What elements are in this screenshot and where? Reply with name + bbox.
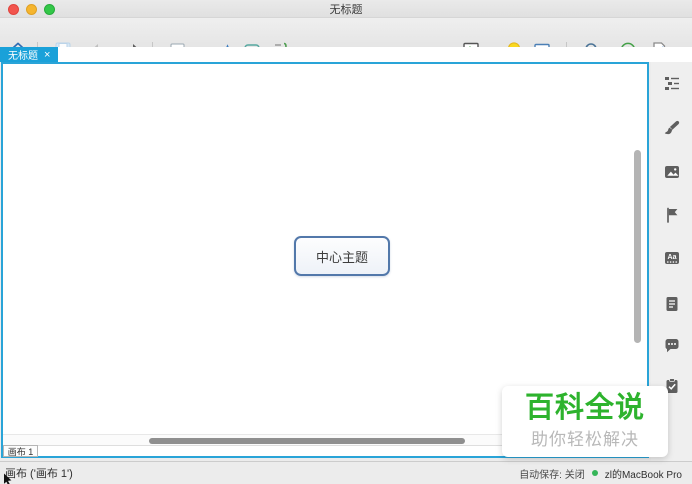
central-topic-label: 中心主题	[315, 249, 368, 265]
document-tabbar: 无标题 ×	[0, 47, 692, 62]
tab-label: 无标题	[8, 51, 38, 62]
online-status-icon	[591, 470, 598, 476]
theme-panel-button[interactable]	[662, 118, 682, 138]
insert-image-button[interactable]	[662, 162, 682, 182]
window-title: 无标题	[329, 3, 363, 16]
titlebar: 无标题	[0, 0, 692, 18]
close-tab-icon[interactable]: ×	[44, 49, 50, 60]
vertical-scrollbar-thumb[interactable]	[634, 150, 641, 343]
central-topic-node[interactable]: 中心主题	[294, 236, 390, 276]
format-panel-button[interactable]	[662, 73, 682, 93]
svg-text:Aa: Aa	[668, 254, 677, 261]
image-icon	[665, 166, 679, 178]
paintbrush-icon	[664, 120, 680, 135]
zoom-window-button[interactable]	[44, 4, 55, 15]
comment-icon	[665, 339, 679, 353]
toolbar	[0, 18, 692, 58]
horizontal-scrollbar-thumb[interactable]	[149, 438, 465, 444]
comment-panel-button[interactable]	[662, 336, 682, 356]
tab-untitled[interactable]: 无标题 ×	[0, 47, 59, 62]
mouse-cursor-icon	[4, 473, 12, 484]
notes-panel-button[interactable]	[662, 294, 682, 314]
app-window: 无标题 无标题 × 中心主题 画布 1 Aa 百科全说 助你轻松解决 画布 ('…	[0, 0, 692, 484]
watermark-subtitle: 助你轻松解决	[531, 430, 639, 450]
statusbar: 画布 ('画布 1') 自动保存: 关闭 zl的MacBook Pro	[0, 461, 692, 484]
sheet-tab-label: 画布 1	[7, 446, 34, 457]
sheet-tab-canvas1[interactable]: 画布 1	[3, 445, 38, 457]
sticker-panel-button[interactable]: Aa	[662, 248, 682, 268]
sheet-info-text: 画布 ('画布 1')	[5, 468, 73, 480]
flag-icon	[667, 207, 678, 223]
notes-icon	[666, 297, 678, 311]
traffic-lights	[8, 4, 55, 15]
minimize-window-button[interactable]	[26, 4, 37, 15]
autosave-status-text: 自动保存: 关闭	[519, 469, 585, 481]
watermark-title: 百科全说	[524, 391, 645, 424]
close-window-button[interactable]	[8, 4, 19, 15]
marker-panel-button[interactable]	[662, 205, 682, 225]
format-icon	[665, 77, 679, 90]
watermark-overlay: 百科全说 助你轻松解决	[502, 386, 668, 457]
sticker-aa-icon: Aa	[665, 252, 679, 264]
device-name-text: zl的MacBook Pro	[604, 469, 682, 481]
